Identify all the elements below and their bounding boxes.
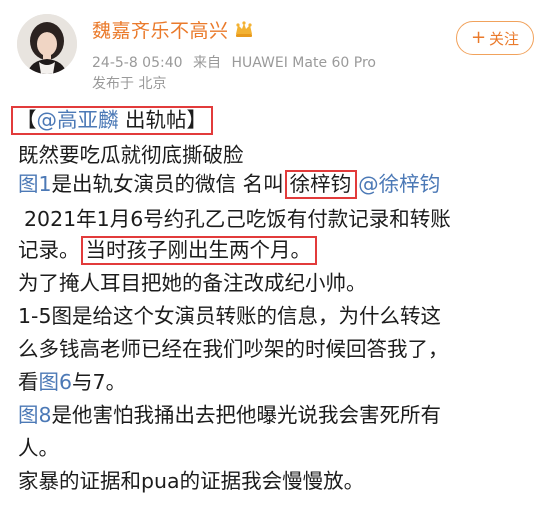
post-source: HUAWEI Mate 60 Pro <box>231 55 376 71</box>
post-header: 魏嘉齐乐不高兴 24-5-8 05:40 来自 HUAWEI Mate 60 P… <box>0 0 548 95</box>
text-line-11: 人。 <box>18 436 59 460</box>
text-line-7: 1-5图是给这个女演员转账的信息，为什么转这 <box>18 304 441 328</box>
text-line-5: 记录。 当时孩子刚出生两个月。 <box>18 236 318 265</box>
name-highlight-box: 徐梓钧 <box>284 170 358 199</box>
text-line-9: 看图6与7。 <box>18 368 126 397</box>
post-body: 【@高亚麟 出轨帖】 既然要吃瓜就彻底撕破脸 图1是出轨女演员的微信 名叫 徐梓钧… <box>0 95 548 526</box>
avatar-image <box>17 14 77 74</box>
child-highlight-box: 当时孩子刚出生两个月。 <box>80 236 317 265</box>
mention-link-xu[interactable]: @徐梓钧 <box>358 172 440 196</box>
author-row: 魏嘉齐乐不高兴 <box>92 16 255 42</box>
line10-text: 是他害怕我捅出去把他曝光说我会害死所有 <box>51 403 442 427</box>
crown-badge-icon <box>233 18 255 40</box>
follow-button[interactable]: + 关注 <box>456 21 534 55</box>
image-link-6[interactable]: 图6 <box>39 370 73 394</box>
post-title-line: 【@高亚麟 出轨帖】 <box>10 106 214 135</box>
follow-button-label: 关注 <box>489 29 520 48</box>
line3-text: 是出轨女演员的微信 名叫 <box>51 172 284 196</box>
plus-icon: + <box>470 27 487 48</box>
author-name[interactable]: 魏嘉齐乐不高兴 <box>92 16 229 43</box>
text-line-2: 既然要吃瓜就彻底撕破脸 <box>18 143 244 167</box>
title-text: 出轨帖】 <box>118 108 208 132</box>
text-line-4: 2021年1月6号约孔乙己吃饭有付款记录和转账 <box>24 207 451 231</box>
image-link-1[interactable]: 图1 <box>18 172 52 196</box>
text-line-3: 图1是出轨女演员的微信 名叫 徐梓钧 @徐梓钧 <box>18 170 440 199</box>
line5-text: 记录。 <box>18 238 80 262</box>
post-meta: 24-5-8 05:40 来自 HUAWEI Mate 60 Pro <box>92 52 382 72</box>
post-date: 24-5-8 05:40 <box>92 55 183 71</box>
line9-text-2: 与7。 <box>72 370 127 394</box>
image-link-8[interactable]: 图8 <box>18 403 52 427</box>
mention-link-gao[interactable]: @高亚麟 <box>37 108 119 132</box>
text-line-8: 么多钱高老师已经在我们吵架的时候回答我了， <box>18 337 449 361</box>
line9-text-1: 看 <box>18 370 39 394</box>
title-bracket-open: 【 <box>16 108 37 132</box>
post-source-prefix: 来自 <box>192 55 221 71</box>
avatar[interactable] <box>17 14 77 74</box>
text-line-12: 家暴的证据和pua的证据我会慢慢放。 <box>18 469 365 493</box>
title-highlight-box: 【@高亚麟 出轨帖】 <box>11 106 214 135</box>
text-line-10: 图8是他害怕我捅出去把他曝光说我会害死所有 <box>18 401 441 430</box>
text-line-6: 为了掩人耳目把她的备注改成纪小帅。 <box>18 271 367 295</box>
post-location: 发布于 北京 <box>92 76 167 92</box>
